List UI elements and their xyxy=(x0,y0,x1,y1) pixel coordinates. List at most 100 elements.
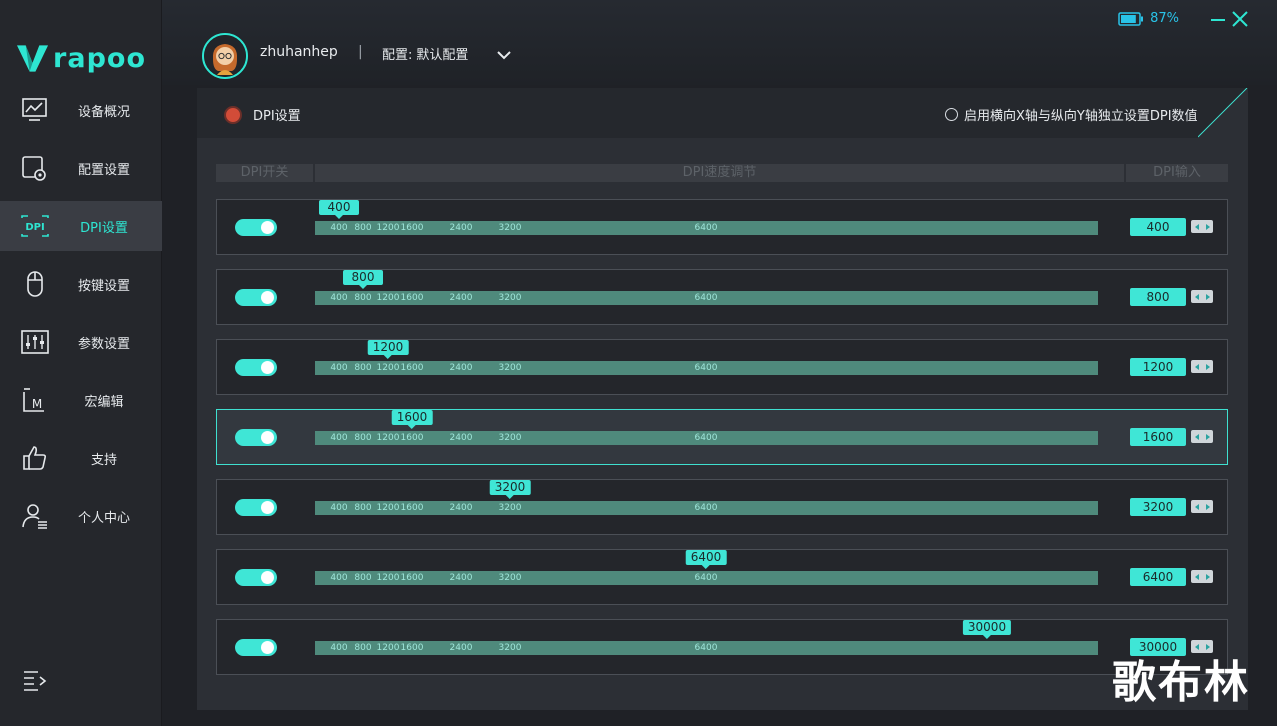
xy-radio[interactable] xyxy=(945,108,958,121)
dpi-row: 400 800 1200 1600 2400 3200 6400 3200 xyxy=(216,479,1228,535)
arrow-left-icon[interactable] xyxy=(1191,570,1202,583)
xy-independent-option[interactable]: 启用横向X轴与纵向Y轴独立设置DPI数值 xyxy=(945,105,1198,124)
arrow-left-icon[interactable] xyxy=(1191,360,1202,373)
dpi-toggle[interactable] xyxy=(235,289,277,306)
config-gear-icon xyxy=(20,154,50,182)
sidebar-item-sliders[interactable]: 参数设置 xyxy=(0,317,162,367)
minimize-button[interactable] xyxy=(1207,8,1229,30)
close-button[interactable] xyxy=(1229,8,1251,30)
dpi-toggle[interactable] xyxy=(235,429,277,446)
arrow-left-icon[interactable] xyxy=(1191,220,1202,233)
dpi-tick-label: 1200 xyxy=(376,223,400,233)
sidebar-item-mouse[interactable]: 按键设置 xyxy=(0,259,162,309)
dpi-tick-label: 2400 xyxy=(449,223,473,233)
arrow-right-icon[interactable] xyxy=(1202,570,1213,583)
dpi-stepper[interactable] xyxy=(1191,500,1213,513)
dpi-slider-track[interactable]: 400 800 1200 1600 2400 3200 6400 400 xyxy=(315,200,1098,235)
sidebar-item-macro[interactable]: M 宏编辑 xyxy=(0,375,162,425)
dpi-toggle[interactable] xyxy=(235,499,277,516)
dpi-value-input[interactable] xyxy=(1130,358,1186,376)
dpi-value-input[interactable] xyxy=(1130,498,1186,516)
dpi-row: 400 800 1200 1600 2400 3200 6400 1600 xyxy=(216,409,1228,465)
dpi-tick-label: 400 xyxy=(330,363,348,373)
dpi-toggle[interactable] xyxy=(235,359,277,376)
dpi-tick-label: 2400 xyxy=(449,433,473,443)
sidebar-item-monitor[interactable]: 设备概况 xyxy=(0,85,162,135)
top-bar: 87% zhuhanhep | 配置: 默认配置 xyxy=(162,0,1277,85)
avatar[interactable] xyxy=(202,33,248,79)
minimize-icon xyxy=(1211,19,1225,21)
arrow-left-icon[interactable] xyxy=(1191,500,1202,513)
dpi-row: 400 800 1200 1600 2400 3200 6400 30000 xyxy=(216,619,1228,675)
arrow-right-icon[interactable] xyxy=(1202,220,1213,233)
dpi-tick-label: 2400 xyxy=(449,363,473,373)
dpi-slider-track[interactable]: 400 800 1200 1600 2400 3200 6400 6400 xyxy=(315,550,1098,585)
arrow-right-icon[interactable] xyxy=(1202,430,1213,443)
arrow-right-icon[interactable] xyxy=(1202,290,1213,303)
dpi-stepper[interactable] xyxy=(1191,430,1213,443)
sidebar-item-label: 参数设置 xyxy=(77,336,130,352)
dpi-value-input[interactable] xyxy=(1130,288,1186,306)
arrow-left-icon[interactable] xyxy=(1191,430,1202,443)
sidebar-item-dpi[interactable]: DPI DPI设置 xyxy=(0,201,162,251)
dpi-toggle[interactable] xyxy=(235,639,277,656)
col-header-switch: DPI开关 xyxy=(216,164,313,182)
dpi-tick-label: 1200 xyxy=(376,643,400,653)
dpi-slider-handle[interactable]: 30000 xyxy=(962,620,1012,639)
dpi-slider-track[interactable]: 400 800 1200 1600 2400 3200 6400 1200 xyxy=(315,340,1098,375)
dpi-tick-label: 1600 xyxy=(400,433,424,443)
arrow-right-icon[interactable] xyxy=(1202,500,1213,513)
dpi-slider-handle[interactable]: 1200 xyxy=(367,340,409,359)
dpi-tick-label: 2400 xyxy=(449,573,473,583)
sidebar-item-label: 配置设置 xyxy=(77,162,130,178)
toggle-knob xyxy=(261,431,274,444)
dpi-toggle[interactable] xyxy=(235,569,277,586)
dpi-slider-track[interactable]: 400 800 1200 1600 2400 3200 6400 3200 xyxy=(315,480,1098,515)
dpi-tick-label: 3200 xyxy=(498,363,522,373)
dpi-stepper[interactable] xyxy=(1191,220,1213,233)
dpi-tick-label: 800 xyxy=(354,433,372,443)
dpi-slider-track[interactable]: 400 800 1200 1600 2400 3200 6400 800 xyxy=(315,270,1098,305)
sidebar-item-config-gear[interactable]: 配置设置 xyxy=(0,143,162,193)
arrow-right-icon[interactable] xyxy=(1202,360,1213,373)
sidebar-item-label: 宏编辑 xyxy=(84,394,124,410)
dpi-tick-label: 800 xyxy=(354,573,372,583)
dpi-value-input[interactable] xyxy=(1130,218,1186,236)
dpi-slider-handle[interactable]: 400 xyxy=(319,200,359,219)
profile-prefix: 配置: xyxy=(382,48,413,63)
toggle-knob xyxy=(261,221,274,234)
sidebar-item-label: 按键设置 xyxy=(77,278,130,294)
dpi-row: 400 800 1200 1600 2400 3200 6400 1200 xyxy=(216,339,1228,395)
dpi-tick-label: 400 xyxy=(330,223,348,233)
arrow-left-icon[interactable] xyxy=(1191,290,1202,303)
mouse-icon xyxy=(20,270,50,298)
xy-option-label: 启用横向X轴与纵向Y轴独立设置DPI数值 xyxy=(964,109,1198,124)
dpi-tick-label: 1200 xyxy=(376,433,400,443)
panel-header: DPI设置 启用横向X轴与纵向Y轴独立设置DPI数值 xyxy=(197,88,1248,138)
dpi-stepper[interactable] xyxy=(1191,570,1213,583)
dpi-value-input[interactable] xyxy=(1130,568,1186,586)
menu-expand-icon[interactable] xyxy=(22,668,48,692)
dpi-row: 400 800 1200 1600 2400 3200 6400 400 xyxy=(216,199,1228,255)
dpi-slider-handle[interactable]: 3200 xyxy=(489,480,531,499)
dpi-tick-label: 800 xyxy=(354,643,372,653)
dpi-tick-label: 400 xyxy=(330,643,348,653)
dpi-stepper[interactable] xyxy=(1191,290,1213,303)
dpi-slider-handle[interactable]: 1600 xyxy=(391,410,433,429)
dpi-slider-track[interactable]: 400 800 1200 1600 2400 3200 6400 30000 xyxy=(315,620,1098,655)
profile-selector[interactable]: 配置: 默认配置 xyxy=(382,44,468,63)
dpi-slider-handle[interactable]: 6400 xyxy=(685,550,727,569)
dpi-tick-label: 3200 xyxy=(498,293,522,303)
chevron-down-icon[interactable] xyxy=(496,46,512,60)
dpi-slider-track[interactable]: 400 800 1200 1600 2400 3200 6400 1600 xyxy=(315,410,1098,445)
sidebar-item-thumbs-up[interactable]: 支持 xyxy=(0,433,162,483)
battery-icon xyxy=(1118,11,1144,26)
dpi-value-input[interactable] xyxy=(1130,428,1186,446)
dpi-color-indicator[interactable] xyxy=(224,106,242,124)
dpi-slider-handle[interactable]: 800 xyxy=(343,270,383,289)
dpi-tick-label: 800 xyxy=(354,223,372,233)
sidebar-item-user[interactable]: 个人中心 xyxy=(0,491,162,541)
dpi-toggle[interactable] xyxy=(235,219,277,236)
logo-text: rapoo xyxy=(53,42,146,74)
dpi-stepper[interactable] xyxy=(1191,360,1213,373)
